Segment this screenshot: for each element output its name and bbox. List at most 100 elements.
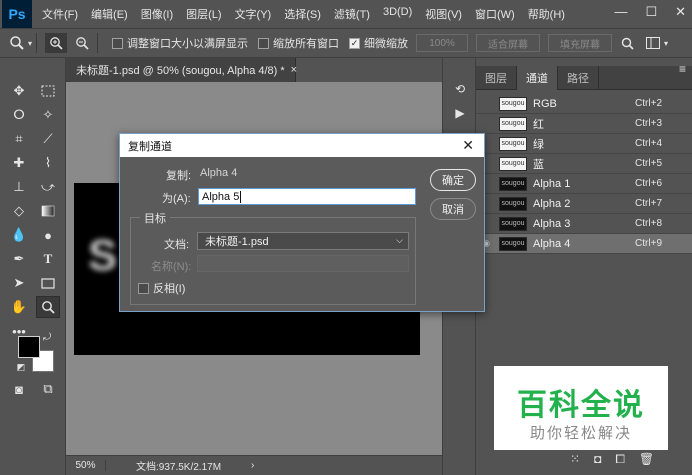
eraser-tool-icon[interactable]: ◇ xyxy=(7,200,31,222)
menu-item-0[interactable]: 文件(F) xyxy=(42,6,78,22)
zoom-all-box[interactable] xyxy=(258,37,270,49)
invert-checkbox[interactable]: 反相(I) xyxy=(138,280,185,296)
swap-colors-icon[interactable]: ⤾ xyxy=(40,330,54,344)
rectangle-tool-icon[interactable] xyxy=(36,272,60,294)
crop-tool-icon[interactable]: ⌗ xyxy=(7,128,31,150)
document-label: 文档: xyxy=(164,239,190,251)
fit-screen-button[interactable]: 适合屏幕 xyxy=(476,34,541,52)
screen-mode-icon[interactable]: ⧉ xyxy=(36,378,60,400)
clone-stamp-tool-icon[interactable]: ⊥ xyxy=(7,176,31,198)
dialog-titlebar[interactable]: 复制通道 ✕ xyxy=(120,134,484,157)
channel-thumbnail: sougou xyxy=(499,176,527,191)
type-tool-icon[interactable]: T xyxy=(36,248,60,270)
watermark-logo: 百科全说 助你轻松解决 xyxy=(494,366,668,450)
menu-item-5[interactable]: 选择(S) xyxy=(284,6,321,22)
zoom-all-windows-checkbox[interactable]: 缩放所有窗口 xyxy=(258,35,339,51)
menu-item-8[interactable]: 视图(V) xyxy=(425,6,462,22)
channel-row[interactable]: sougou 蓝 Ctrl+5 xyxy=(476,154,692,174)
scrubby-zoom-checkbox[interactable]: ✓ 细微缩放 xyxy=(349,35,408,51)
default-colors-icon[interactable]: ◩ xyxy=(14,360,28,374)
channel-row[interactable]: sougou Alpha 1 Ctrl+6 xyxy=(476,174,692,194)
duplicate-channel-dialog: 复制通道 ✕ 复制: Alpha 4 为(A): Alpha 5 目标 文档: … xyxy=(119,133,485,312)
healing-brush-tool-icon[interactable]: ✚ xyxy=(7,152,31,174)
zoom-in-button[interactable] xyxy=(45,33,68,53)
search-icon[interactable] xyxy=(616,33,638,53)
resize-windows-checkbox[interactable]: 调整窗口大小以满屏显示 xyxy=(112,35,248,51)
menu-item-1[interactable]: 编辑(E) xyxy=(91,6,128,22)
workspace-chevron-icon[interactable]: ▾ xyxy=(664,39,668,48)
close-tab-icon[interactable]: × xyxy=(291,64,297,76)
channel-row[interactable]: sougou 绿 Ctrl+4 xyxy=(476,134,692,154)
hand-tool-icon[interactable]: ✋ xyxy=(7,296,31,318)
panel-tab-0[interactable]: 图层 xyxy=(476,66,517,90)
channel-shortcut: Ctrl+5 xyxy=(635,158,662,169)
new-channel-icon[interactable]: ⧠ xyxy=(615,452,625,467)
dialog-close-icon[interactable]: ✕ xyxy=(462,137,474,154)
save-selection-icon[interactable]: ◘ xyxy=(594,452,601,467)
load-selection-icon[interactable]: ⁙ xyxy=(570,452,580,467)
channel-row[interactable]: ◉ sougou Alpha 4 Ctrl+9 xyxy=(476,234,692,254)
menu-bar: Ps 文件(F) 编辑(E) 图像(I) 图层(L) 文字(Y) 选择(S) 滤镜(T) 3D… xyxy=(0,0,692,28)
watermark-subtitle: 助你轻松解决 xyxy=(529,425,632,442)
document-select[interactable]: 未标题-1.psd ⌵ xyxy=(197,232,409,250)
path-selection-tool-icon[interactable]: ➤ xyxy=(7,272,31,294)
minimize-button[interactable]: — xyxy=(614,4,627,20)
channel-list: sougou RGB Ctrl+2 sougou 红 Ctrl+3 sougou 绿 Ctrl+… xyxy=(476,94,692,254)
gradient-tool-icon[interactable] xyxy=(36,200,60,222)
panel-menu-icon[interactable]: ≡ xyxy=(679,62,686,76)
fill-screen-button[interactable]: 填充屏幕 xyxy=(548,34,613,52)
channel-shortcut: Ctrl+3 xyxy=(635,118,662,129)
zoom-tool-preset-icon[interactable] xyxy=(6,33,28,53)
lasso-tool-icon[interactable]: ⵔ xyxy=(7,104,31,126)
channel-shortcut: Ctrl+8 xyxy=(635,218,662,229)
menu-item-3[interactable]: 图层(L) xyxy=(186,6,221,22)
dodge-tool-icon[interactable]: ● xyxy=(36,224,60,246)
actions-panel-icon[interactable]: ▶ xyxy=(451,104,469,122)
maximize-button[interactable]: ☐ xyxy=(645,4,657,20)
marquee-tool-icon[interactable] xyxy=(36,80,60,102)
menu-item-10[interactable]: 帮助(H) xyxy=(528,6,565,22)
status-menu-arrow[interactable]: › xyxy=(251,460,254,471)
channel-row[interactable]: sougou RGB Ctrl+2 xyxy=(476,94,692,114)
resize-windows-box[interactable] xyxy=(112,37,124,49)
panel-tab-2[interactable]: 路径 xyxy=(558,66,599,90)
duplicate-value: Alpha 4 xyxy=(200,167,238,179)
magic-wand-tool-icon[interactable]: ✧ xyxy=(36,104,60,126)
channel-row[interactable]: sougou Alpha 2 Ctrl+7 xyxy=(476,194,692,214)
move-tool-icon[interactable]: ✥ xyxy=(7,80,31,102)
workspace-icon[interactable] xyxy=(642,33,664,53)
photoshop-logo: Ps xyxy=(2,0,32,28)
document-tab[interactable]: 未标题-1.psd @ 50% (sougou, Alpha 4/8) * × xyxy=(66,58,297,82)
blur-tool-icon[interactable]: 💧 xyxy=(7,224,31,246)
channel-row[interactable]: sougou 红 Ctrl+3 xyxy=(476,114,692,134)
channels-panel-footer: ⁙ ◘ ⧠ 🗑 xyxy=(570,452,654,467)
channel-row[interactable]: sougou Alpha 3 Ctrl+8 xyxy=(476,214,692,234)
scrubby-zoom-box[interactable]: ✓ xyxy=(349,37,361,49)
pen-tool-icon[interactable]: ✒ xyxy=(7,248,31,270)
menu-item-2[interactable]: 图像(I) xyxy=(141,6,173,22)
brush-tool-icon[interactable]: ⌇ xyxy=(36,152,60,174)
panel-tab-1[interactable]: 通道 xyxy=(517,66,558,90)
channel-shortcut: Ctrl+9 xyxy=(635,238,662,249)
menu-item-7[interactable]: 3D(D) xyxy=(383,6,412,22)
zoom-out-button[interactable] xyxy=(71,33,93,53)
zoom-tool-icon[interactable] xyxy=(36,296,60,318)
document-size-info: 文档:937.5K/2.17M xyxy=(136,462,222,473)
delete-channel-icon[interactable]: 🗑 xyxy=(639,452,654,467)
menu-item-6[interactable]: 滤镜(T) xyxy=(334,6,370,22)
chevron-down-icon[interactable]: ▾ xyxy=(28,39,32,48)
zoom-percent-field[interactable]: 100% xyxy=(416,34,469,52)
history-panel-icon[interactable]: ⟲ xyxy=(451,80,469,98)
channel-name-input[interactable]: Alpha 5 xyxy=(198,188,416,205)
ok-button[interactable]: 确定 xyxy=(430,169,476,191)
menu-item-4[interactable]: 文字(Y) xyxy=(235,6,272,22)
channel-shortcut: Ctrl+6 xyxy=(635,178,662,189)
zoom-level-field[interactable]: 50% xyxy=(66,460,106,471)
invert-box[interactable] xyxy=(138,282,149,294)
menu-item-9[interactable]: 窗口(W) xyxy=(475,6,515,22)
eyedropper-tool-icon[interactable]: ⟋ xyxy=(36,128,60,150)
cancel-button[interactable]: 取消 xyxy=(430,198,476,220)
history-brush-tool-icon[interactable]: ⤻ xyxy=(36,176,60,198)
quick-mask-icon[interactable]: ◙ xyxy=(7,378,31,400)
close-window-button[interactable]: ✕ xyxy=(675,4,686,20)
